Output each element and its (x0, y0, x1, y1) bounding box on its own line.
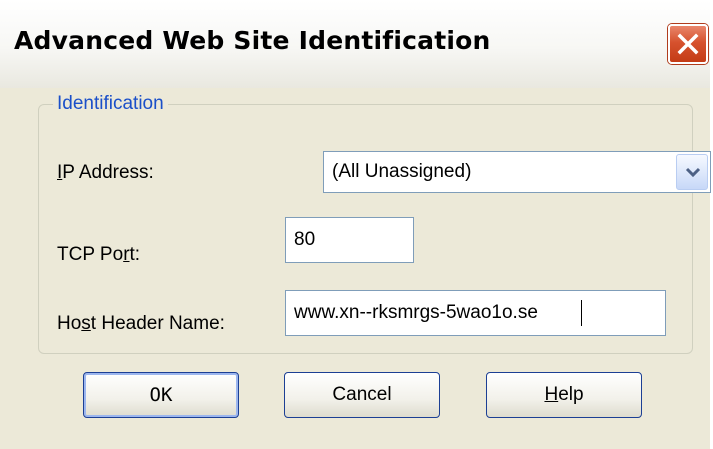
host-header-input[interactable]: www.xn--rksmrgs-5wao1o.se (285, 290, 666, 336)
tcp-port-label: TCP Port: (57, 244, 141, 265)
identification-group: Identification IP Address: (All Unassign… (38, 93, 711, 354)
help-mnemonic: H (544, 384, 559, 405)
host-header-label: Host Header Name: (57, 313, 225, 334)
dialog-window: Advanced Web Site Identification Identif… (0, 0, 711, 449)
text-caret (581, 300, 582, 326)
close-icon (677, 33, 699, 55)
ip-address-select[interactable]: (All Unassigned) (323, 151, 711, 193)
help-button[interactable]: Help (486, 372, 642, 418)
ip-address-label: IP Address: (57, 162, 154, 183)
dialog-title: Advanced Web Site Identification (14, 26, 491, 55)
ip-address-value: (All Unassigned) (332, 161, 472, 182)
cancel-button[interactable]: Cancel (284, 372, 440, 418)
chevron-down-icon (685, 167, 701, 178)
ok-button[interactable]: OK (83, 372, 239, 418)
ip-address-dropdown-button[interactable] (676, 154, 708, 190)
group-legend: Identification (53, 93, 168, 115)
dialog-body: Identification IP Address: (All Unassign… (0, 88, 711, 449)
tcp-port-input[interactable]: 80 (285, 217, 414, 263)
close-button[interactable] (668, 24, 708, 64)
title-bar[interactable]: Advanced Web Site Identification (0, 0, 710, 88)
tcp-port-value: 80 (294, 229, 316, 250)
host-header-value: www.xn--rksmrgs-5wao1o.se (294, 302, 538, 323)
host-header-mnemonic: s (81, 313, 91, 334)
